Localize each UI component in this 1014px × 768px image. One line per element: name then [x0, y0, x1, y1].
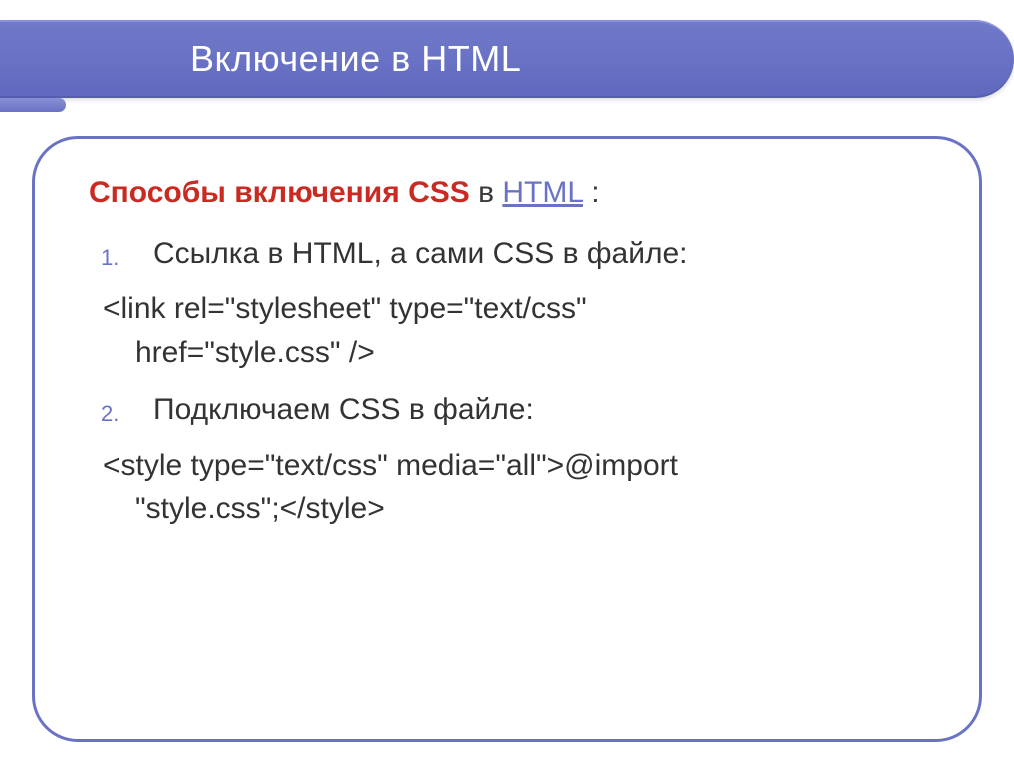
heading-link[interactable]: HTML — [502, 176, 583, 209]
content-heading: Способы включения CSS в HTML : — [89, 173, 951, 214]
title-bar: Включение в HTML — [0, 20, 1014, 98]
accent-bar — [0, 98, 66, 112]
list-item: Ссылка в HTML, а сами CSS в файле: — [89, 232, 951, 276]
item-label: Подключаем CSS в файле: — [153, 393, 534, 426]
code-line: <style type="text/css" media="all">@impo… — [89, 444, 951, 531]
code-line: <link rel="stylesheet" type="text/css" h… — [89, 287, 951, 374]
slide-title: Включение в HTML — [190, 38, 521, 80]
list-item: Подключаем CSS в файле: — [89, 388, 951, 432]
code-text-indent: href="style.css" /> — [103, 331, 375, 375]
item-label: Ссылка в HTML, а сами CSS в файле: — [153, 237, 688, 270]
code-text: <link rel="stylesheet" type="text/css" — [103, 292, 587, 325]
heading-suffix: в — [470, 176, 503, 209]
heading-tail: : — [583, 176, 600, 209]
heading-lead: Способы включения CSS — [89, 176, 470, 209]
methods-list-cont: Подключаем CSS в файле: — [89, 388, 951, 432]
code-text: <style type="text/css" media="all">@impo… — [103, 449, 678, 482]
code-text-indent: "style.css";</style> — [103, 487, 385, 531]
methods-list: Ссылка в HTML, а сами CSS в файле: — [89, 232, 951, 276]
content-frame: Способы включения CSS в HTML : Ссылка в … — [32, 136, 982, 742]
presentation-slide: Включение в HTML Способы включения CSS в… — [0, 0, 1014, 768]
